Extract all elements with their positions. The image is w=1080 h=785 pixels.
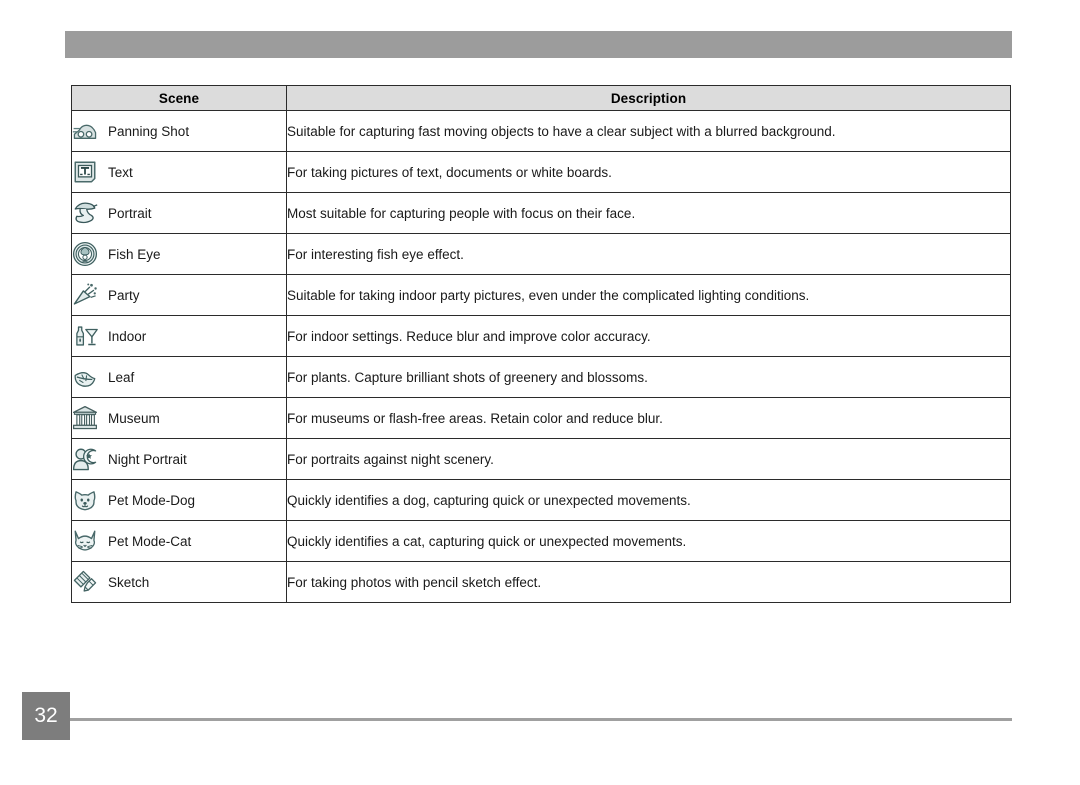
scene-label: Indoor (108, 328, 147, 344)
scene-label: Pet Mode-Dog (108, 492, 196, 508)
description-cell: For indoor settings. Reduce blur and imp… (286, 315, 1011, 357)
scene-cell: Pet Mode-Dog (71, 479, 287, 521)
column-header-scene: Scene (71, 85, 287, 111)
scene-inner: Text (72, 159, 286, 185)
table-row: Sketch For taking photos with pencil sket… (71, 561, 1011, 603)
footer-divider (70, 718, 1012, 721)
scene-cell: Party (71, 274, 287, 316)
scene-mode-table: Scene Description Panning Shot Suitable f… (71, 85, 1011, 603)
page-header-bar (65, 31, 1012, 58)
page-number: 32 (22, 692, 70, 740)
scene-cell: Museum (71, 397, 287, 439)
party-icon (72, 282, 98, 308)
scene-inner: Museum (72, 405, 286, 431)
scene-label: Sketch (108, 574, 150, 590)
description-cell: Suitable for capturing fast moving objec… (286, 110, 1011, 152)
scene-cell: Panning Shot (71, 110, 287, 152)
leaf-icon (72, 364, 98, 390)
museum-icon (72, 405, 98, 431)
panning-shot-icon (72, 118, 98, 144)
indoor-icon (72, 323, 98, 349)
scene-inner: Portrait (72, 200, 286, 226)
scene-cell: Sketch (71, 561, 287, 603)
scene-inner: Party (72, 282, 286, 308)
scene-inner: Night Portrait (72, 446, 286, 472)
table-row: Fish Eye For interesting fish eye effect. (71, 233, 1011, 275)
table-row: Pet Mode-Cat Quickly identifies a cat, ca… (71, 520, 1011, 562)
description-cell: Quickly identifies a dog, capturing quic… (286, 479, 1011, 521)
scene-cell: Text (71, 151, 287, 193)
scene-label: Fish Eye (108, 246, 161, 262)
table-row: Leaf For plants. Capture brilliant shots … (71, 356, 1011, 398)
scene-label: Text (108, 164, 133, 180)
fish-eye-icon (72, 241, 98, 267)
scene-cell: Portrait (71, 192, 287, 234)
scene-cell: Pet Mode-Cat (71, 520, 287, 562)
scene-label: Party (108, 287, 140, 303)
scene-label: Pet Mode-Cat (108, 533, 192, 549)
description-cell: For plants. Capture brilliant shots of g… (286, 356, 1011, 398)
table-row: Night Portrait For portraits against nigh… (71, 438, 1011, 480)
page-footer: 32 (0, 692, 1080, 742)
scene-label: Night Portrait (108, 451, 187, 467)
table-row: Pet Mode-Dog Quickly identifies a dog, ca… (71, 479, 1011, 521)
scene-label: Leaf (108, 369, 135, 385)
scene-inner: Fish Eye (72, 241, 286, 267)
table-row: Panning Shot Suitable for capturing fast … (71, 110, 1011, 152)
description-cell: For taking pictures of text, documents o… (286, 151, 1011, 193)
table-header-row: Scene Description (71, 85, 1011, 111)
scene-cell: Night Portrait (71, 438, 287, 480)
scene-inner: Indoor (72, 323, 286, 349)
sketch-icon (72, 569, 98, 595)
scene-label: Panning Shot (108, 123, 190, 139)
table-body: Panning Shot Suitable for capturing fast … (71, 110, 1011, 603)
scene-inner: Pet Mode-Dog (72, 487, 286, 513)
description-cell: For portraits against night scenery. (286, 438, 1011, 480)
table-row: Party Suitable for taking indoor party pi… (71, 274, 1011, 316)
text-icon (72, 159, 98, 185)
pet-cat-icon (72, 528, 98, 554)
description-cell: Most suitable for capturing people with … (286, 192, 1011, 234)
scene-cell: Indoor (71, 315, 287, 357)
scene-label: Portrait (108, 205, 152, 221)
scene-inner: Sketch (72, 569, 286, 595)
pet-dog-icon (72, 487, 98, 513)
description-cell: For interesting fish eye effect. (286, 233, 1011, 275)
night-portrait-icon (72, 446, 98, 472)
scene-inner: Panning Shot (72, 118, 286, 144)
column-header-description: Description (286, 85, 1011, 111)
scene-cell: Leaf (71, 356, 287, 398)
description-cell: For taking photos with pencil sketch eff… (286, 561, 1011, 603)
scene-label: Museum (108, 410, 160, 426)
table-row: Portrait Most suitable for capturing peop… (71, 192, 1011, 234)
table-row: Text For taking pictures of text, documen… (71, 151, 1011, 193)
table-row: Museum For museums or flash-free areas. R… (71, 397, 1011, 439)
table-row: Indoor For indoor settings. Reduce blur a… (71, 315, 1011, 357)
description-cell: Quickly identifies a cat, capturing quic… (286, 520, 1011, 562)
table-header: Scene Description (71, 85, 1011, 111)
portrait-icon (72, 200, 98, 226)
description-cell: Suitable for taking indoor party picture… (286, 274, 1011, 316)
scene-inner: Pet Mode-Cat (72, 528, 286, 554)
scene-inner: Leaf (72, 364, 286, 390)
description-cell: For museums or flash-free areas. Retain … (286, 397, 1011, 439)
scene-cell: Fish Eye (71, 233, 287, 275)
